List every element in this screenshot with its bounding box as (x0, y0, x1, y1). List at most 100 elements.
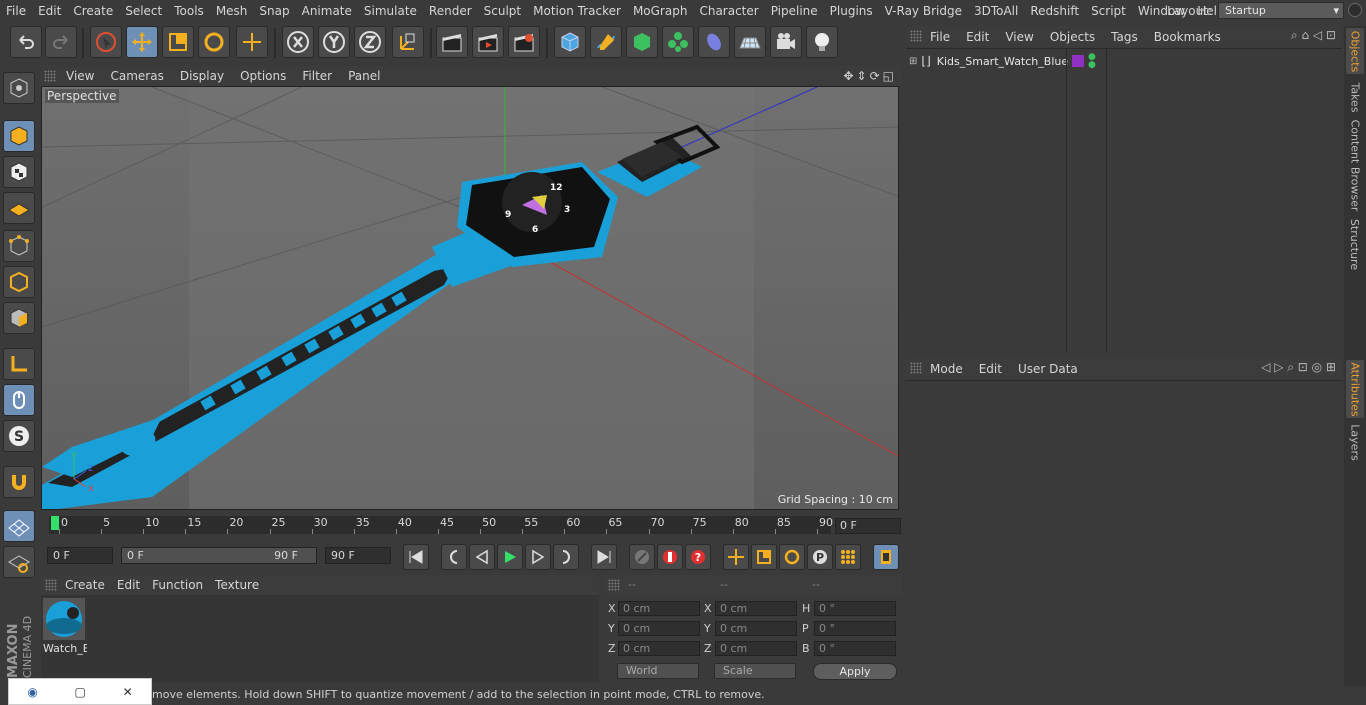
rot-h-field[interactable]: 0 ° (814, 601, 896, 616)
record-keys-button[interactable] (657, 544, 683, 570)
menu-pipeline[interactable]: Pipeline (765, 4, 824, 18)
om-menu-tags[interactable]: Tags (1103, 30, 1146, 44)
grid-snap-button[interactable] (3, 510, 35, 542)
restore-icon[interactable]: ▢ (75, 685, 86, 699)
coordinate-mode-dropdown[interactable]: World (617, 663, 699, 679)
menu-mesh[interactable]: Mesh (210, 4, 254, 18)
move-button[interactable] (126, 26, 158, 58)
go-to-start-button[interactable] (403, 544, 429, 570)
add-generator-button[interactable] (626, 26, 658, 58)
points-mode-button[interactable] (3, 230, 35, 262)
key-pla-button[interactable] (835, 544, 861, 570)
key-rotation-button[interactable] (779, 544, 805, 570)
model-mode-button[interactable] (3, 120, 35, 152)
y-axis-button[interactable] (318, 26, 350, 58)
workplane-snap-button[interactable] (3, 546, 35, 578)
mat-menu-create[interactable]: Create (59, 578, 111, 592)
panel-grip[interactable] (910, 362, 922, 374)
previous-key-button[interactable] (441, 544, 467, 570)
polygons-mode-button[interactable] (3, 302, 35, 334)
panel-grip[interactable] (910, 30, 922, 42)
layer-color-icon[interactable] (1072, 55, 1084, 67)
tab-content-browser[interactable]: Content Browser (1346, 119, 1364, 211)
solo-button[interactable]: S (3, 420, 35, 452)
motion-record-button[interactable] (629, 544, 655, 570)
x-axis-button[interactable] (282, 26, 314, 58)
size-x-field[interactable]: 0 cm (715, 601, 797, 616)
expand-icon[interactable]: ⊞ (909, 56, 917, 67)
tweak-mode-button[interactable] (3, 384, 35, 416)
z-axis-button[interactable] (354, 26, 386, 58)
timeline-button[interactable] (873, 544, 899, 570)
next-key-button[interactable] (553, 544, 579, 570)
panel-grip[interactable] (45, 579, 57, 591)
size-y-field[interactable]: 0 cm (715, 621, 797, 636)
mat-menu-function[interactable]: Function (146, 578, 209, 592)
add-camera-button[interactable] (770, 26, 802, 58)
current-frame-field[interactable]: 0 F (835, 518, 901, 534)
menu-tools[interactable]: Tools (168, 4, 210, 18)
playhead[interactable] (51, 516, 59, 530)
texture-mode-button[interactable] (3, 156, 35, 188)
om-menu-view[interactable]: View (997, 30, 1041, 44)
menu-script[interactable]: Script (1085, 4, 1132, 18)
panel-grip[interactable] (608, 579, 620, 591)
menu-animate[interactable]: Animate (296, 4, 358, 18)
material-swatch[interactable] (43, 598, 85, 640)
live-selection-button[interactable] (90, 26, 122, 58)
scale-button[interactable] (162, 26, 194, 58)
recent-tools-button[interactable] (236, 26, 268, 58)
render-to-picture-viewer-button[interactable] (472, 26, 504, 58)
window-close-icon[interactable] (1348, 3, 1362, 17)
coordinate-system-button[interactable] (392, 26, 424, 58)
menu-vray-bridge[interactable]: V-Ray Bridge (879, 4, 968, 18)
vp-menu-filter[interactable]: Filter (294, 69, 340, 83)
close-icon[interactable]: ✕ (123, 685, 133, 699)
start-frame-field[interactable]: 0 F (47, 547, 113, 564)
redo-button[interactable] (45, 26, 77, 58)
add-cube-button[interactable] (554, 26, 586, 58)
tab-attributes[interactable]: Attributes (1346, 360, 1364, 418)
scale-mode-dropdown[interactable]: Scale (714, 663, 796, 679)
visibility-dots-icon[interactable]: ● ● (1088, 53, 1096, 70)
pos-x-field[interactable]: 0 cm (618, 601, 700, 616)
vp-menu-view[interactable]: View (58, 69, 102, 83)
menu-plugins[interactable]: Plugins (824, 4, 879, 18)
om-menu-edit[interactable]: Edit (958, 30, 997, 44)
auto-key-button[interactable]: ? (685, 544, 711, 570)
make-editable-button[interactable] (3, 72, 35, 104)
menu-select[interactable]: Select (119, 4, 168, 18)
pan-icon[interactable]: ✥ (843, 69, 853, 83)
app-icon[interactable]: ◉ (27, 685, 37, 699)
undo-button[interactable] (10, 26, 42, 58)
tab-layers[interactable]: Layers (1346, 422, 1364, 462)
tab-takes[interactable]: Takes (1346, 78, 1364, 116)
previous-frame-button[interactable] (469, 544, 495, 570)
layout-dropdown[interactable]: Startup ▾ (1218, 2, 1344, 19)
search-icon[interactable]: ⌕ ⌂ ◁ ⊡ (1291, 28, 1336, 43)
vp-menu-display[interactable]: Display (172, 69, 232, 83)
edges-mode-button[interactable] (3, 266, 35, 298)
render-settings-button[interactable] (508, 26, 540, 58)
key-parameter-button[interactable]: P (807, 544, 833, 570)
pos-z-field[interactable]: 0 cm (618, 641, 700, 656)
am-menu-mode[interactable]: Mode (922, 362, 971, 376)
object-row[interactable]: ⊞ ⌊⌋ Kids_Smart_Watch_Blue ● ● (906, 53, 1342, 70)
menu-motion-tracker[interactable]: Motion Tracker (527, 4, 627, 18)
frame-range-slider[interactable]: 0 F 90 F (121, 547, 317, 564)
pos-y-field[interactable]: 0 cm (618, 621, 700, 636)
workplane-mode-button[interactable] (3, 192, 35, 224)
vp-menu-cameras[interactable]: Cameras (102, 69, 171, 83)
3d-viewport[interactable]: 12 3 9 6 y x z Perspective Grid Spacing … (41, 86, 899, 510)
tab-objects[interactable]: Objects (1346, 28, 1364, 74)
attribute-nav-icons[interactable]: ◁ ▷ ⌕ ⊡ ◎ ⊞ (1261, 360, 1336, 375)
orbit-icon[interactable]: ⟳ (870, 69, 880, 83)
play-button[interactable] (497, 544, 523, 570)
viewport-camera-label[interactable]: Perspective (45, 89, 119, 103)
dolly-icon[interactable]: ⇕ (857, 69, 867, 83)
size-z-field[interactable]: 0 cm (715, 641, 797, 656)
render-view-button[interactable] (436, 26, 468, 58)
menu-file[interactable]: File (0, 4, 32, 18)
menu-edit[interactable]: Edit (32, 4, 67, 18)
go-to-end-button[interactable] (591, 544, 617, 570)
